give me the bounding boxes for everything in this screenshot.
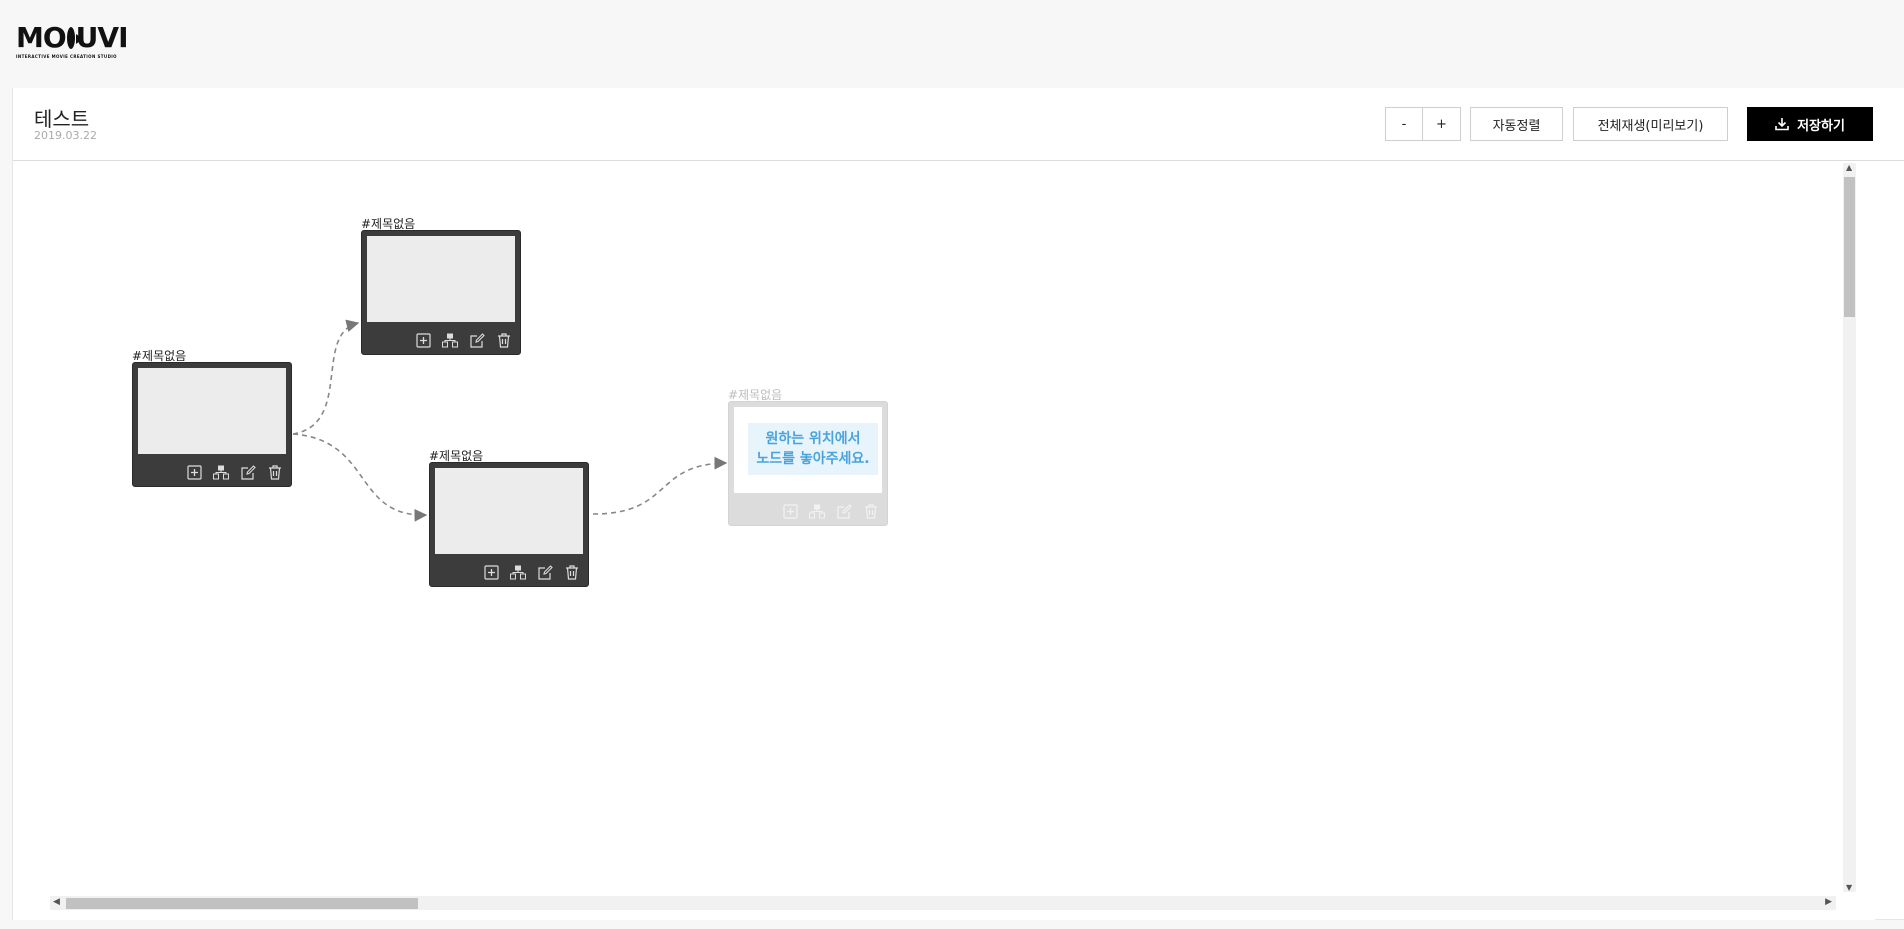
preview-button[interactable]: 전체재생(미리보기) <box>1573 107 1728 141</box>
logo-wordmark: MO UVI <box>16 21 128 54</box>
scroll-right-arrow-icon[interactable]: ▶ <box>1825 897 1832 907</box>
drop-hint-line1: 원하는 위치에서 <box>765 431 861 447</box>
branch-icon[interactable] <box>510 564 526 580</box>
node-actions <box>483 564 580 580</box>
node-thumbnail[interactable] <box>367 236 515 322</box>
ghost-node[interactable]: #제목없음 원하는 위치에서 노드를 놓아주세요. <box>728 388 888 526</box>
download-icon <box>1775 118 1789 131</box>
node-card[interactable] <box>429 462 589 587</box>
add-icon[interactable] <box>415 332 431 348</box>
top-bar: MO UVI INTERACTIVE MOVIE CREATION STUDIO <box>0 0 1904 88</box>
drop-hint-line2: 노드를 놓아주세요. <box>756 451 870 467</box>
trash-icon[interactable] <box>496 332 512 348</box>
project-date: 2019.03.22 <box>34 129 97 142</box>
logo[interactable]: MO UVI INTERACTIVE MOVIE CREATION STUDIO <box>16 21 128 60</box>
node-card[interactable] <box>132 362 292 487</box>
edit-icon[interactable] <box>469 332 485 348</box>
trash-icon[interactable] <box>564 564 580 580</box>
editor-header: 테스트 2019.03.22 - + 자동정렬 전체재생(미리보기) 저장하기 <box>13 88 1904 161</box>
editor-panel: 테스트 2019.03.22 - + 자동정렬 전체재생(미리보기) 저장하기 <box>12 88 1904 920</box>
scroll-left-arrow-icon[interactable]: ◀ <box>53 897 60 907</box>
save-button-label: 저장하기 <box>1797 118 1845 134</box>
branch-icon[interactable] <box>213 464 229 480</box>
node-card[interactable] <box>361 230 521 355</box>
node-thumbnail[interactable] <box>435 468 583 554</box>
logo-subtitle: INTERACTIVE MOVIE CREATION STUDIO <box>16 54 117 59</box>
scene-node[interactable]: #제목없음 <box>132 349 292 487</box>
scene-node[interactable]: #제목없음 <box>429 449 589 587</box>
scroll-down-arrow-icon[interactable]: ▼ <box>1846 883 1852 892</box>
add-icon <box>782 503 798 519</box>
auto-align-button[interactable]: 자동정렬 <box>1470 107 1563 141</box>
zoom-in-button[interactable]: + <box>1422 107 1461 141</box>
add-icon[interactable] <box>186 464 202 480</box>
ghost-node-thumbnail: 원하는 위치에서 노드를 놓아주세요. <box>734 407 882 493</box>
branch-icon <box>809 503 825 519</box>
ghost-node-card[interactable]: 원하는 위치에서 노드를 놓아주세요. <box>728 401 888 526</box>
scroll-up-arrow-icon[interactable]: ▲ <box>1846 163 1852 172</box>
scene-node[interactable]: #제목없음 <box>361 217 521 355</box>
edges-layer <box>292 319 728 522</box>
edge-1-to-2[interactable] <box>292 319 360 435</box>
trash-icon[interactable] <box>267 464 283 480</box>
edit-icon <box>836 503 852 519</box>
save-button[interactable]: 저장하기 <box>1747 107 1873 141</box>
node-actions <box>415 332 512 348</box>
logo-word-post: UVI <box>75 21 129 54</box>
edit-icon[interactable] <box>240 464 256 480</box>
vertical-scroll-thumb[interactable] <box>1844 177 1855 317</box>
zoom-out-button[interactable]: - <box>1385 107 1423 141</box>
add-icon[interactable] <box>483 564 499 580</box>
edge-3-to-ghost[interactable] <box>592 456 728 515</box>
horizontal-scrollbar[interactable]: ◀ ▶ <box>50 896 1836 910</box>
ghost-node-actions <box>782 503 879 519</box>
horizontal-scroll-thumb[interactable] <box>66 898 418 909</box>
drop-hint: 원하는 위치에서 노드를 놓아주세요. <box>748 423 878 475</box>
node-actions <box>186 464 283 480</box>
edit-icon[interactable] <box>537 564 553 580</box>
play-icon <box>66 27 83 49</box>
branch-icon[interactable] <box>442 332 458 348</box>
edge-1-to-3[interactable] <box>292 433 428 522</box>
logo-word-pre: MO <box>16 21 67 54</box>
vertical-scrollbar[interactable]: ▲ ▼ <box>1843 163 1856 892</box>
node-thumbnail[interactable] <box>138 368 286 454</box>
project-title: 테스트 <box>34 107 90 131</box>
trash-icon <box>863 503 879 519</box>
node-canvas[interactable]: #제목없음 #제목없음 #제목없음 #제목없음 원하는 위치에서 노드를 놓아주… <box>13 162 1875 920</box>
